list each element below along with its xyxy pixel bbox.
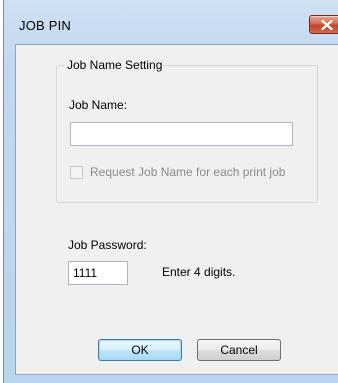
password-hint: Enter 4 digits.	[162, 265, 236, 279]
close-x-icon	[321, 20, 333, 30]
window-title: JOB PIN	[19, 18, 71, 33]
close-button[interactable]	[309, 15, 338, 34]
job-password-label: Job Password:	[68, 238, 147, 252]
window-frame: JOB PIN Job Name Setting Job Name: Reque…	[3, 0, 338, 383]
job-password-input[interactable]	[68, 261, 128, 285]
dialog-window: JOB PIN Job Name Setting Job Name: Reque…	[0, 0, 338, 383]
job-name-input[interactable]	[70, 122, 293, 146]
request-job-name-checkbox[interactable]	[70, 166, 83, 179]
request-job-name-label: Request Job Name for each print job	[90, 165, 286, 179]
group-legend: Job Name Setting	[64, 58, 166, 72]
dialog-client-area: Job Name Setting Job Name: Request Job N…	[15, 44, 338, 375]
cancel-button[interactable]: Cancel	[197, 339, 281, 361]
ok-button[interactable]: OK	[98, 339, 182, 361]
title-bar[interactable]: JOB PIN	[4, 0, 338, 44]
job-name-setting-group: Job Name Setting Job Name: Request Job N…	[56, 58, 318, 203]
job-name-label: Job Name:	[69, 98, 128, 112]
